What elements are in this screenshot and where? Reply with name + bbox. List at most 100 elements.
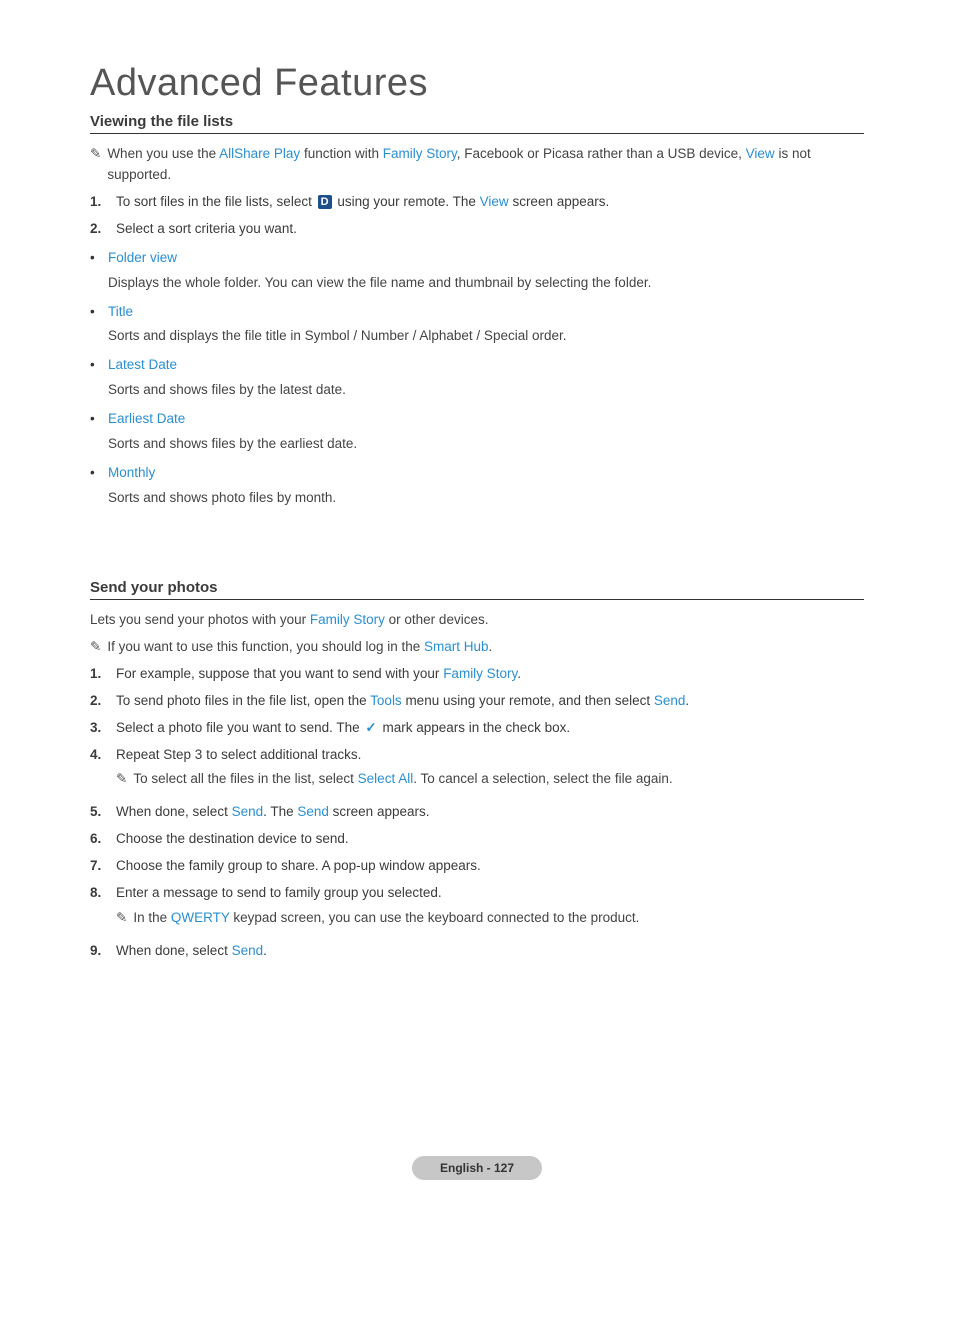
step-number: 8. <box>90 883 108 935</box>
pencil-icon: ✎ <box>90 637 101 658</box>
step-number: 9. <box>90 941 108 962</box>
d-button-icon: D <box>318 195 332 209</box>
text: . <box>263 943 267 958</box>
bullet-icon: • <box>90 409 100 430</box>
option-label: Title <box>108 302 133 323</box>
keyword-smart-hub: Smart Hub <box>424 639 489 654</box>
text: To select all the files in the list, sel… <box>133 771 357 786</box>
bullet-icon: • <box>90 302 100 323</box>
text: If you want to use this function, you sh… <box>107 639 424 654</box>
option-desc: Displays the whole folder. You can view … <box>108 273 864 294</box>
list-item: 4. Repeat Step 3 to select additional tr… <box>90 745 864 797</box>
text: For example, suppose that you want to se… <box>116 666 443 681</box>
text: mark appears in the check box. <box>379 720 570 735</box>
step-number: 1. <box>90 192 108 213</box>
keyword-send: Send <box>232 804 264 819</box>
list-item: 3. Select a photo file you want to send.… <box>90 718 864 739</box>
step-number: 3. <box>90 718 108 739</box>
keyword-send: Send <box>232 943 264 958</box>
list-item: • Earliest Date <box>90 409 864 430</box>
step-text: When done, select Send. <box>116 941 864 962</box>
pencil-icon: ✎ <box>90 144 101 186</box>
step-text: For example, suppose that you want to se… <box>116 664 864 685</box>
note-text: If you want to use this function, you sh… <box>107 637 864 658</box>
text: or other devices. <box>385 612 489 627</box>
list-item: 6. Choose the destination device to send… <box>90 829 864 850</box>
list-item: • Latest Date <box>90 355 864 376</box>
step-text: When done, select Send. The Send screen … <box>116 802 864 823</box>
page-title: Advanced Features <box>90 62 864 105</box>
step-text: Choose the family group to share. A pop-… <box>116 856 864 877</box>
step-number: 5. <box>90 802 108 823</box>
text: . <box>517 666 521 681</box>
note-text: In the QWERTY keypad screen, you can use… <box>133 908 864 929</box>
text: To send photo files in the file list, op… <box>116 693 370 708</box>
text: , Facebook or Picasa rather than a USB d… <box>457 146 746 161</box>
section-heading-viewing: Viewing the file lists <box>90 113 864 134</box>
text: In the <box>133 910 171 925</box>
step-number: 4. <box>90 745 108 797</box>
option-desc: Sorts and displays the file title in Sym… <box>108 326 864 347</box>
option-label: Earliest Date <box>108 409 185 430</box>
text: . <box>489 639 493 654</box>
option-desc: Sorts and shows files by the earliest da… <box>108 434 864 455</box>
step-text: Choose the destination device to send. <box>116 829 864 850</box>
option-label: Monthly <box>108 463 155 484</box>
list-item: • Title <box>90 302 864 323</box>
text: Select a photo file you want to send. Th… <box>116 720 363 735</box>
page-number-pill: English - 127 <box>412 1156 542 1180</box>
text: . The <box>263 804 297 819</box>
list-item: 8. Enter a message to send to family gro… <box>90 883 864 935</box>
send-steps-list: 1. For example, suppose that you want to… <box>90 664 864 962</box>
keyword-send: Send <box>297 804 329 819</box>
step-text: Enter a message to send to family group … <box>116 883 864 935</box>
text: using your remote. The <box>334 194 480 209</box>
step-number: 6. <box>90 829 108 850</box>
list-item: 1. To sort files in the file lists, sele… <box>90 192 864 213</box>
option-desc: Sorts and shows files by the latest date… <box>108 380 864 401</box>
viewing-steps-list: 1. To sort files in the file lists, sele… <box>90 192 864 240</box>
keyword-view: View <box>480 194 509 209</box>
keyword-send: Send <box>654 693 686 708</box>
list-item: • Monthly <box>90 463 864 484</box>
text: function with <box>300 146 383 161</box>
text: To sort files in the file lists, select <box>116 194 316 209</box>
keyword-select-all: Select All <box>358 771 414 786</box>
text: menu using your remote, and then select <box>402 693 654 708</box>
text: When you use the <box>107 146 219 161</box>
page-container: Advanced Features Viewing the file lists… <box>0 0 954 1240</box>
step-number: 2. <box>90 219 108 240</box>
keyword-qwerty: QWERTY <box>171 910 230 925</box>
step-number: 2. <box>90 691 108 712</box>
step-text: To sort files in the file lists, select … <box>116 192 864 213</box>
keyword-view: View <box>746 146 775 161</box>
list-item: 7. Choose the family group to share. A p… <box>90 856 864 877</box>
bullet-icon: • <box>90 248 100 269</box>
section-heading-send: Send your photos <box>90 579 864 600</box>
bullet-icon: • <box>90 463 100 484</box>
page-footer: English - 127 <box>0 1156 954 1180</box>
keyword-family-story: Family Story <box>443 666 517 681</box>
keyword-tools: Tools <box>370 693 402 708</box>
note-row: ✎ In the QWERTY keypad screen, you can u… <box>116 908 864 929</box>
text: . <box>685 693 689 708</box>
note-row: ✎ When you use the AllShare Play functio… <box>90 144 864 186</box>
option-label: Latest Date <box>108 355 177 376</box>
keyword-family-story: Family Story <box>310 612 385 627</box>
sort-options-list: • Folder view Displays the whole folder.… <box>90 248 864 509</box>
pencil-icon: ✎ <box>116 908 127 929</box>
text: keypad screen, you can use the keyboard … <box>230 910 640 925</box>
note-row: ✎ If you want to use this function, you … <box>90 637 864 658</box>
list-item: • Folder view <box>90 248 864 269</box>
text: screen appears. <box>509 194 610 209</box>
option-desc: Sorts and shows photo files by month. <box>108 488 864 509</box>
text: Lets you send your photos with your <box>90 612 310 627</box>
intro-text: Lets you send your photos with your Fami… <box>90 610 864 631</box>
list-item: 2. To send photo files in the file list,… <box>90 691 864 712</box>
step-text: Select a photo file you want to send. Th… <box>116 718 864 739</box>
bullet-icon: • <box>90 355 100 376</box>
text: screen appears. <box>329 804 430 819</box>
list-item: 2. Select a sort criteria you want. <box>90 219 864 240</box>
list-item: 9. When done, select Send. <box>90 941 864 962</box>
list-item: 1. For example, suppose that you want to… <box>90 664 864 685</box>
